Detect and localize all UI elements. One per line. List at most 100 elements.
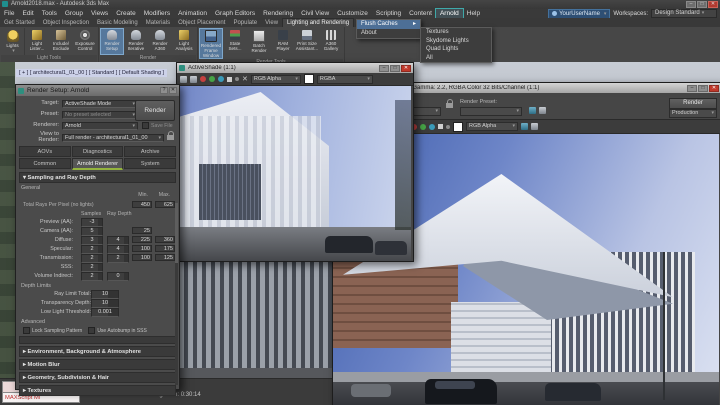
alpha-channel-icon[interactable] xyxy=(235,77,239,81)
ribbon-tab[interactable]: Object Inspection xyxy=(39,19,93,27)
ribbon-tab[interactable]: Populate xyxy=(229,19,261,27)
depth-limit-spinner[interactable]: 10 xyxy=(91,290,119,299)
samples-spinner[interactable]: 2 xyxy=(81,254,103,263)
clone-rendered-frame-icon[interactable] xyxy=(190,76,197,83)
renderer-select[interactable]: Arnold▾ xyxy=(62,122,138,130)
ribbon-tab[interactable]: Basic Modeling xyxy=(93,19,142,27)
ribbon-button[interactable]: Include/ Exclude xyxy=(49,28,73,55)
green-channel-icon[interactable] xyxy=(209,76,215,82)
ribbon-button[interactable]: A360 Gallery xyxy=(319,28,343,59)
maximize-icon[interactable]: □ xyxy=(698,85,708,92)
user-account-button[interactable]: YourUserName ▾ xyxy=(548,9,610,19)
menu-item[interactable]: Animation xyxy=(174,9,211,18)
ribbon-button[interactable]: Light Analysis xyxy=(172,28,196,55)
layers-icon[interactable] xyxy=(521,123,528,130)
rollout-sampling[interactable]: ▾ Sampling and Ray Depth xyxy=(19,172,176,183)
render-setup-shortcut-icon[interactable] xyxy=(529,107,536,114)
view-to-render-select[interactable]: Full render - architectural1_01_00▾ xyxy=(62,134,164,142)
menu-item[interactable]: Graph Editors xyxy=(211,9,259,18)
dialog-tab[interactable]: AOVs xyxy=(19,146,71,157)
ribbon-tab[interactable]: Object Placement xyxy=(174,19,229,27)
render-button[interactable]: Render xyxy=(135,100,175,121)
viewport-label[interactable]: [ + ] [ architectural1_01_00 ] [ Standar… xyxy=(16,69,167,77)
rfw-mode-select[interactable]: Production▾ xyxy=(669,109,717,118)
ribbon-tab[interactable]: Lighting and Rendering xyxy=(282,18,354,27)
menu-item[interactable]: File xyxy=(0,9,18,18)
lights-button[interactable]: Lights ▾ xyxy=(1,28,25,55)
menu-item[interactable]: Scripting xyxy=(372,9,405,18)
activeshade-format-select[interactable]: RGBA▾ xyxy=(317,75,373,84)
samples-spinner[interactable]: 2 xyxy=(81,263,103,272)
ribbon-tab[interactable]: View xyxy=(261,19,282,27)
save-file-checkbox[interactable] xyxy=(142,122,149,129)
menu-item[interactable]: Arnold xyxy=(436,9,463,18)
ribbon-button[interactable]: Light Lister... xyxy=(25,28,49,55)
activeshade-channel-select[interactable]: RGB Alpha▾ xyxy=(251,75,301,84)
ribbon-tab[interactable]: Get Started xyxy=(0,19,39,27)
dialog-tab[interactable]: Archive xyxy=(124,146,176,157)
rollout-collapsed[interactable]: ▸ Textures xyxy=(19,385,176,396)
rfw-render-button[interactable]: Render xyxy=(669,98,717,109)
lock-icon[interactable] xyxy=(167,135,174,140)
menu-item[interactable]: Customize xyxy=(333,9,372,18)
menu-item[interactable]: Modifiers xyxy=(140,9,174,18)
rollout-collapsed[interactable]: ▸ Geometry, Subdivision & Hair xyxy=(19,372,176,383)
submenu-item[interactable]: All xyxy=(421,54,491,63)
menu-item[interactable]: Tools xyxy=(38,9,61,18)
minimize-icon[interactable]: – xyxy=(686,1,696,8)
samples-spinner[interactable]: 2 xyxy=(81,245,103,254)
environment-dialog-icon[interactable] xyxy=(539,107,546,114)
dialog-tab[interactable]: System xyxy=(124,158,176,169)
minimize-icon[interactable]: – xyxy=(379,65,389,72)
ray-depth-spinner[interactable]: 4 xyxy=(107,236,129,245)
preset-select[interactable]: No preset selected▾ xyxy=(62,111,138,119)
dialog-tab[interactable]: Common xyxy=(19,158,71,169)
printer-icon[interactable] xyxy=(531,123,538,130)
ribbon-button[interactable]: Exposure Control xyxy=(73,28,97,55)
ribbon-button[interactable]: Render Iterative xyxy=(124,28,148,55)
menu-item[interactable]: Content xyxy=(405,9,436,18)
checkbox-option[interactable]: Lock Sampling Pattern xyxy=(23,327,82,334)
ray-depth-spinner[interactable]: 2 xyxy=(107,254,129,263)
submenu-item[interactable]: Skydome Lights xyxy=(421,37,491,46)
arnold-menu-item[interactable]: Flush Caches ▸ xyxy=(357,20,420,29)
menu-item[interactable]: Group xyxy=(61,9,87,18)
rollout-collapsed[interactable]: ▸ Environment, Background & Atmosphere xyxy=(19,346,176,357)
target-select[interactable]: ActiveShade Mode▾ xyxy=(62,100,138,108)
samples-spinner[interactable]: 5 xyxy=(81,227,103,236)
minimize-icon[interactable]: – xyxy=(687,85,697,92)
ray-depth-spinner[interactable]: 0 xyxy=(107,272,129,281)
menu-item[interactable]: Edit xyxy=(18,9,37,18)
color-swatch[interactable] xyxy=(304,74,314,84)
rollout-collapsed[interactable]: ▸ Motion Blur xyxy=(19,359,176,370)
samples-spinner[interactable]: -3 xyxy=(81,218,103,227)
workspace-select[interactable]: Design Standard▾ xyxy=(651,9,717,18)
depth-limit-spinner[interactable]: 10 xyxy=(91,299,119,308)
clear-icon[interactable]: ✕ xyxy=(242,76,248,83)
save-image-icon[interactable] xyxy=(180,76,187,83)
dialog-tab[interactable]: Arnold Renderer xyxy=(72,158,124,170)
maximize-icon[interactable]: □ xyxy=(697,1,707,8)
arnold-menu-item[interactable]: About xyxy=(357,29,420,38)
menu-item[interactable]: Rendering xyxy=(259,9,297,18)
close-icon[interactable]: ✕ xyxy=(401,65,411,72)
ribbon-button[interactable]: Batch Render xyxy=(247,28,271,59)
rollout-collapsed[interactable] xyxy=(19,336,176,344)
ribbon-button[interactable]: Render Setup xyxy=(100,28,124,55)
render-setup-titlebar[interactable]: Render Setup: Arnold ? ✕ xyxy=(16,85,179,96)
submenu-item[interactable]: Textures xyxy=(421,28,491,37)
menu-item[interactable]: Help xyxy=(463,9,484,18)
red-channel-icon[interactable] xyxy=(200,76,206,82)
rfw-channel-select[interactable]: RGB Alpha▾ xyxy=(466,122,518,131)
scrollbar[interactable] xyxy=(175,203,178,385)
menu-item[interactable]: Civil View xyxy=(297,9,333,18)
dialog-tab[interactable]: Diagnostics xyxy=(72,146,124,157)
menu-item[interactable]: Create xyxy=(112,9,140,18)
blue-channel-icon[interactable] xyxy=(429,124,435,130)
ribbon-button[interactable]: RAM Player xyxy=(271,28,295,59)
ribbon-button[interactable]: State Sets... xyxy=(223,28,247,59)
blue-channel-icon[interactable] xyxy=(218,76,224,82)
checkbox-option[interactable]: Use Autobump in SSS xyxy=(88,327,146,334)
ribbon-button[interactable]: Print Size Assistant... xyxy=(295,28,319,59)
green-channel-icon[interactable] xyxy=(420,124,426,130)
